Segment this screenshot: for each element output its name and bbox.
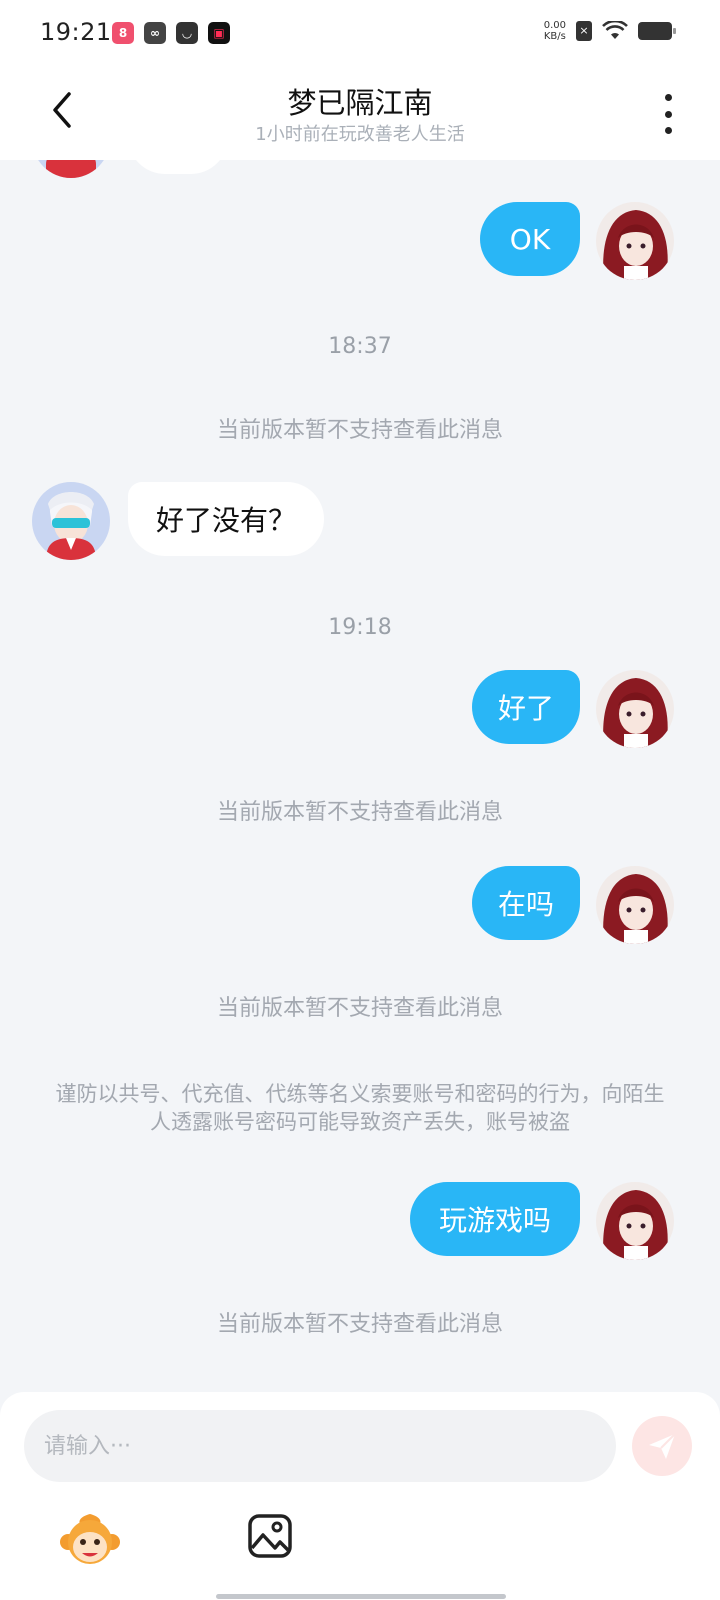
network-speed-unit: KB/s: [543, 31, 566, 42]
more-options-button[interactable]: [658, 94, 678, 134]
my-avatar[interactable]: [596, 866, 674, 944]
image-icon: [248, 1514, 292, 1558]
notification-app-icon: 8: [112, 22, 134, 44]
message-timestamp: 18:37: [328, 334, 392, 359]
image-picker-button[interactable]: [246, 1512, 294, 1560]
outgoing-message-bubble[interactable]: 玩游戏吗: [410, 1182, 580, 1256]
chat-header: 梦已隔江南 1小时前在玩改善老人生活: [0, 66, 720, 160]
message-timestamp: 19:18: [328, 615, 392, 640]
status-indicators: 0.00 KB/s ×: [544, 20, 676, 42]
chat-message-list[interactable]: OK 18:37 当前版本暂不支持查看此消息 好了没有？ 19:18 好了 当前…: [0, 160, 720, 1390]
notification-app-icon: ▣: [208, 22, 230, 44]
unsupported-message-notice: 当前版本暂不支持查看此消息: [216, 800, 503, 825]
incoming-message-bubble[interactable]: 好了没有？: [128, 482, 324, 556]
more-vertical-icon: [664, 94, 672, 101]
my-avatar[interactable]: [596, 1182, 674, 1260]
security-warning: 谨防以共号、代充值、代练等名义索要账号和密码的行为，向陌生人透露账号密码可能导致…: [55, 1082, 665, 1134]
home-indicator[interactable]: [216, 1594, 506, 1599]
my-avatar[interactable]: [596, 670, 674, 748]
contact-name: 梦已隔江南: [287, 86, 433, 120]
message-input[interactable]: [24, 1410, 616, 1482]
outgoing-message-bubble[interactable]: OK: [480, 202, 580, 276]
wifi-icon: [602, 21, 628, 39]
notification-app-icon: ∞: [144, 22, 166, 44]
unsupported-message-notice: 当前版本暂不支持查看此消息: [216, 996, 503, 1021]
status-app-icons: 8 ∞ ◡ ▣: [112, 22, 230, 44]
unsupported-message-notice: 当前版本暂不支持查看此消息: [216, 1312, 503, 1337]
status-time: 19:21: [40, 18, 112, 46]
status-bar: 19:21 8 ∞ ◡ ▣ 0.00 KB/s ×: [0, 0, 720, 66]
incoming-message-bubble[interactable]: [128, 160, 228, 174]
monkey-emoji-icon: [60, 1514, 120, 1564]
network-speed: 0.00 KB/s: [544, 20, 566, 42]
contact-status: 1小时前在玩改善老人生活: [255, 124, 465, 145]
emoji-button[interactable]: [60, 1512, 120, 1568]
no-sim-icon: ×: [576, 21, 592, 41]
contact-avatar[interactable]: [32, 160, 110, 178]
contact-avatar[interactable]: [32, 482, 110, 560]
unsupported-message-notice: 当前版本暂不支持查看此消息: [216, 418, 503, 443]
send-button[interactable]: [632, 1416, 692, 1476]
my-avatar[interactable]: [596, 202, 674, 280]
outgoing-message-bubble[interactable]: 好了: [472, 670, 580, 744]
battery-icon: [638, 22, 676, 40]
network-speed-value: 0.00: [543, 20, 566, 31]
outgoing-message-bubble[interactable]: 在吗: [472, 866, 580, 940]
message-input-panel: [0, 1392, 720, 1600]
send-icon: [649, 1433, 676, 1459]
notification-app-icon: ◡: [176, 22, 198, 44]
